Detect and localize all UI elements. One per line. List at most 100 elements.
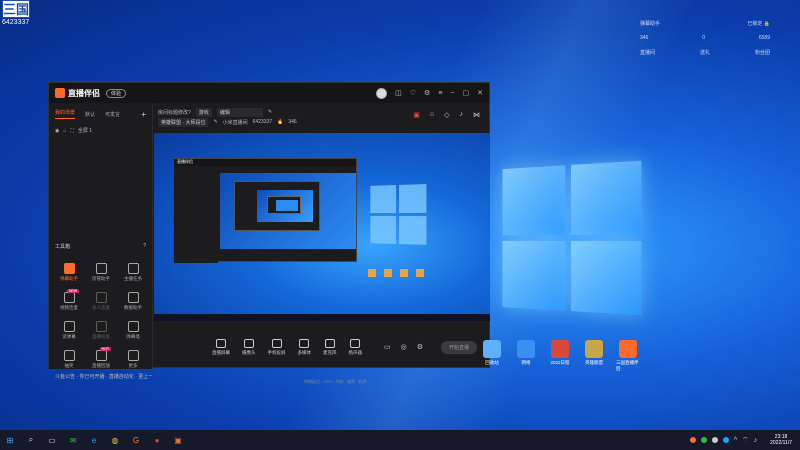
desktop-icon[interactable]: 网络 (514, 340, 538, 372)
tool-item[interactable]: 数据助手 (117, 292, 149, 311)
live-companion-icon[interactable]: ▣ (172, 434, 184, 446)
category-chip[interactable]: 英雄联盟 · 大师段位 (158, 117, 209, 127)
source-icon (271, 338, 282, 348)
tab-speakable[interactable]: 可发言 (105, 111, 120, 118)
tab-default[interactable]: 默认 (85, 111, 95, 118)
start-live-button[interactable]: 开始直播 (441, 340, 478, 354)
tool-label: 多人连麦 (92, 305, 110, 310)
clock-date: 2022/11/7 (770, 440, 792, 446)
source-button[interactable]: 直播屏幕 (212, 338, 230, 356)
lock-status[interactable]: 已锁定 🔒 (747, 20, 770, 27)
notification-icon[interactable]: ◫ (395, 89, 402, 97)
help-icon[interactable]: ? (143, 243, 146, 250)
maximize-icon[interactable]: ▢ (463, 89, 470, 97)
search-icon[interactable]: ⌕ (25, 434, 37, 446)
tool-item[interactable]: 直播投屏 (85, 321, 117, 340)
taskbar-clock[interactable]: 23:18 2022/11/7 (770, 434, 792, 446)
volume-icon[interactable]: ♪ (754, 437, 758, 444)
camera-toggle-icon[interactable]: ◎ (401, 343, 407, 351)
room-title-label[interactable]: 房间标题修改? (158, 109, 191, 116)
tool-item[interactable]: 直播回放 HOT (85, 347, 117, 369)
source-button[interactable]: 扬声器 (349, 338, 362, 356)
edge-icon[interactable]: e (88, 434, 100, 446)
version-button[interactable]: 体验 (106, 88, 127, 98)
tool-icon (127, 263, 139, 274)
tool-icon (127, 292, 139, 303)
tool-icon (63, 350, 75, 361)
recursive-preview-window-3 (267, 196, 301, 214)
logo-mark-icon (55, 88, 65, 98)
source-button[interactable]: 麦克风 (323, 338, 337, 356)
live-preview[interactable]: 直播伴侣 (154, 133, 490, 321)
tool-item[interactable]: 视频连麦 NEW (53, 289, 85, 311)
tool-badge: HOT (99, 347, 111, 351)
desktop-icon-label: 2022日程 (550, 360, 570, 365)
tool-label: 主播任务 (124, 276, 142, 281)
task-view-icon[interactable]: ▭ (46, 434, 58, 446)
tool-item[interactable]: 弹幕墙 (117, 321, 149, 340)
settings-icon[interactable]: ⚙ (417, 343, 423, 351)
browser-icon[interactable]: ◍ (109, 434, 121, 446)
edit-icon[interactable]: ✎ (268, 109, 272, 115)
source-button[interactable]: 多媒体 (298, 338, 311, 356)
share-icon[interactable]: ⋈ (473, 111, 480, 119)
lock-icon[interactable]: ⌂ (63, 128, 66, 134)
desktop-icon-label: 英雄联盟 (585, 360, 603, 365)
tool-item[interactable]: 主播任务 (117, 263, 149, 282)
eye-icon[interactable]: ◉ (55, 128, 59, 134)
close-icon[interactable]: ✕ (477, 89, 483, 97)
wechat-icon[interactable]: ✉ (67, 434, 79, 446)
game-icon[interactable]: G (130, 434, 142, 446)
desktop-icon[interactable]: 三国直播伴侣 (616, 340, 640, 372)
fullscreen-icon: ⛶ (70, 127, 74, 134)
tool-item[interactable]: 更多 (117, 350, 149, 369)
scene-item[interactable]: ◉ ⌂ ⛶ 全屏 1 (49, 123, 152, 138)
avatar[interactable] (376, 87, 388, 99)
edit-icon[interactable]: ✎ (213, 119, 217, 125)
nested-sidebar (174, 166, 218, 263)
room-tag[interactable]: 游戏 (195, 107, 212, 117)
tool-item[interactable]: 多人连麦 (85, 292, 117, 311)
menu-icon[interactable]: ≡ (438, 90, 442, 97)
wechat-tray-icon[interactable] (700, 437, 707, 443)
source-label: 摄像头 (242, 349, 256, 355)
settings-icon[interactable]: ⚙ (424, 89, 430, 97)
edit-field[interactable]: 编辑 (216, 107, 263, 117)
tool-icon (63, 292, 75, 303)
record-icon[interactable]: ▭ (384, 343, 391, 351)
skin-icon[interactable]: ♡ (410, 89, 416, 97)
tool-icon (95, 263, 107, 274)
chevron-up-icon[interactable]: ^ (734, 437, 737, 444)
bell-icon[interactable]: ♪ (460, 111, 464, 119)
record-app-icon[interactable]: ● (151, 434, 163, 446)
announcement-ticker[interactable]: 斗鱼公告 · 你已可开播 · 直播自动化 · 更上一层楼 (49, 373, 152, 380)
tray-app-icon[interactable] (722, 437, 729, 443)
tab-my-scene[interactable]: 我的场景 (55, 109, 76, 119)
add-scene-button[interactable]: + (141, 110, 146, 119)
desktop-icon[interactable]: 回收站 (480, 340, 504, 372)
minimize-icon[interactable]: − (450, 90, 454, 97)
source-icon (243, 338, 254, 348)
desktop-icon[interactable]: 英雄联盟 (582, 340, 606, 372)
desktop-icon[interactable]: 2022日程 (548, 340, 572, 372)
source-button[interactable]: 手机投屏 (268, 338, 286, 356)
tray-app-icon[interactable] (711, 437, 718, 443)
tool-item[interactable]: 抽奖 (53, 350, 85, 369)
mini-icon (400, 269, 408, 277)
tray-app-icon[interactable] (689, 437, 696, 443)
shield-icon[interactable]: ◇ (444, 111, 449, 119)
tool-label: 弹幕助手 (60, 276, 78, 281)
gift-icon[interactable]: ▣ (413, 111, 420, 119)
tool-item[interactable]: 弹幕助手 (53, 263, 85, 282)
tool-item[interactable]: 房管助手 (85, 263, 117, 282)
mini-icon (368, 269, 376, 277)
network-icon[interactable]: ⌔ (742, 436, 749, 445)
tool-badge: NEW (66, 289, 79, 293)
tool-item[interactable]: 读弹幕 (53, 321, 85, 340)
app-titlebar: 直播伴侣 体验 ◫ ♡ ⚙ ≡ − ▢ ✕ (49, 83, 489, 103)
system-tray: ^ ⌔ ♪ 23:18 2022/11/7 (689, 434, 800, 446)
start-icon[interactable]: ⊞ (4, 434, 16, 446)
lock-icon[interactable]: ⌂ (430, 111, 434, 119)
fans-count: 346 (288, 119, 297, 125)
source-button[interactable]: 摄像头 (242, 338, 256, 356)
